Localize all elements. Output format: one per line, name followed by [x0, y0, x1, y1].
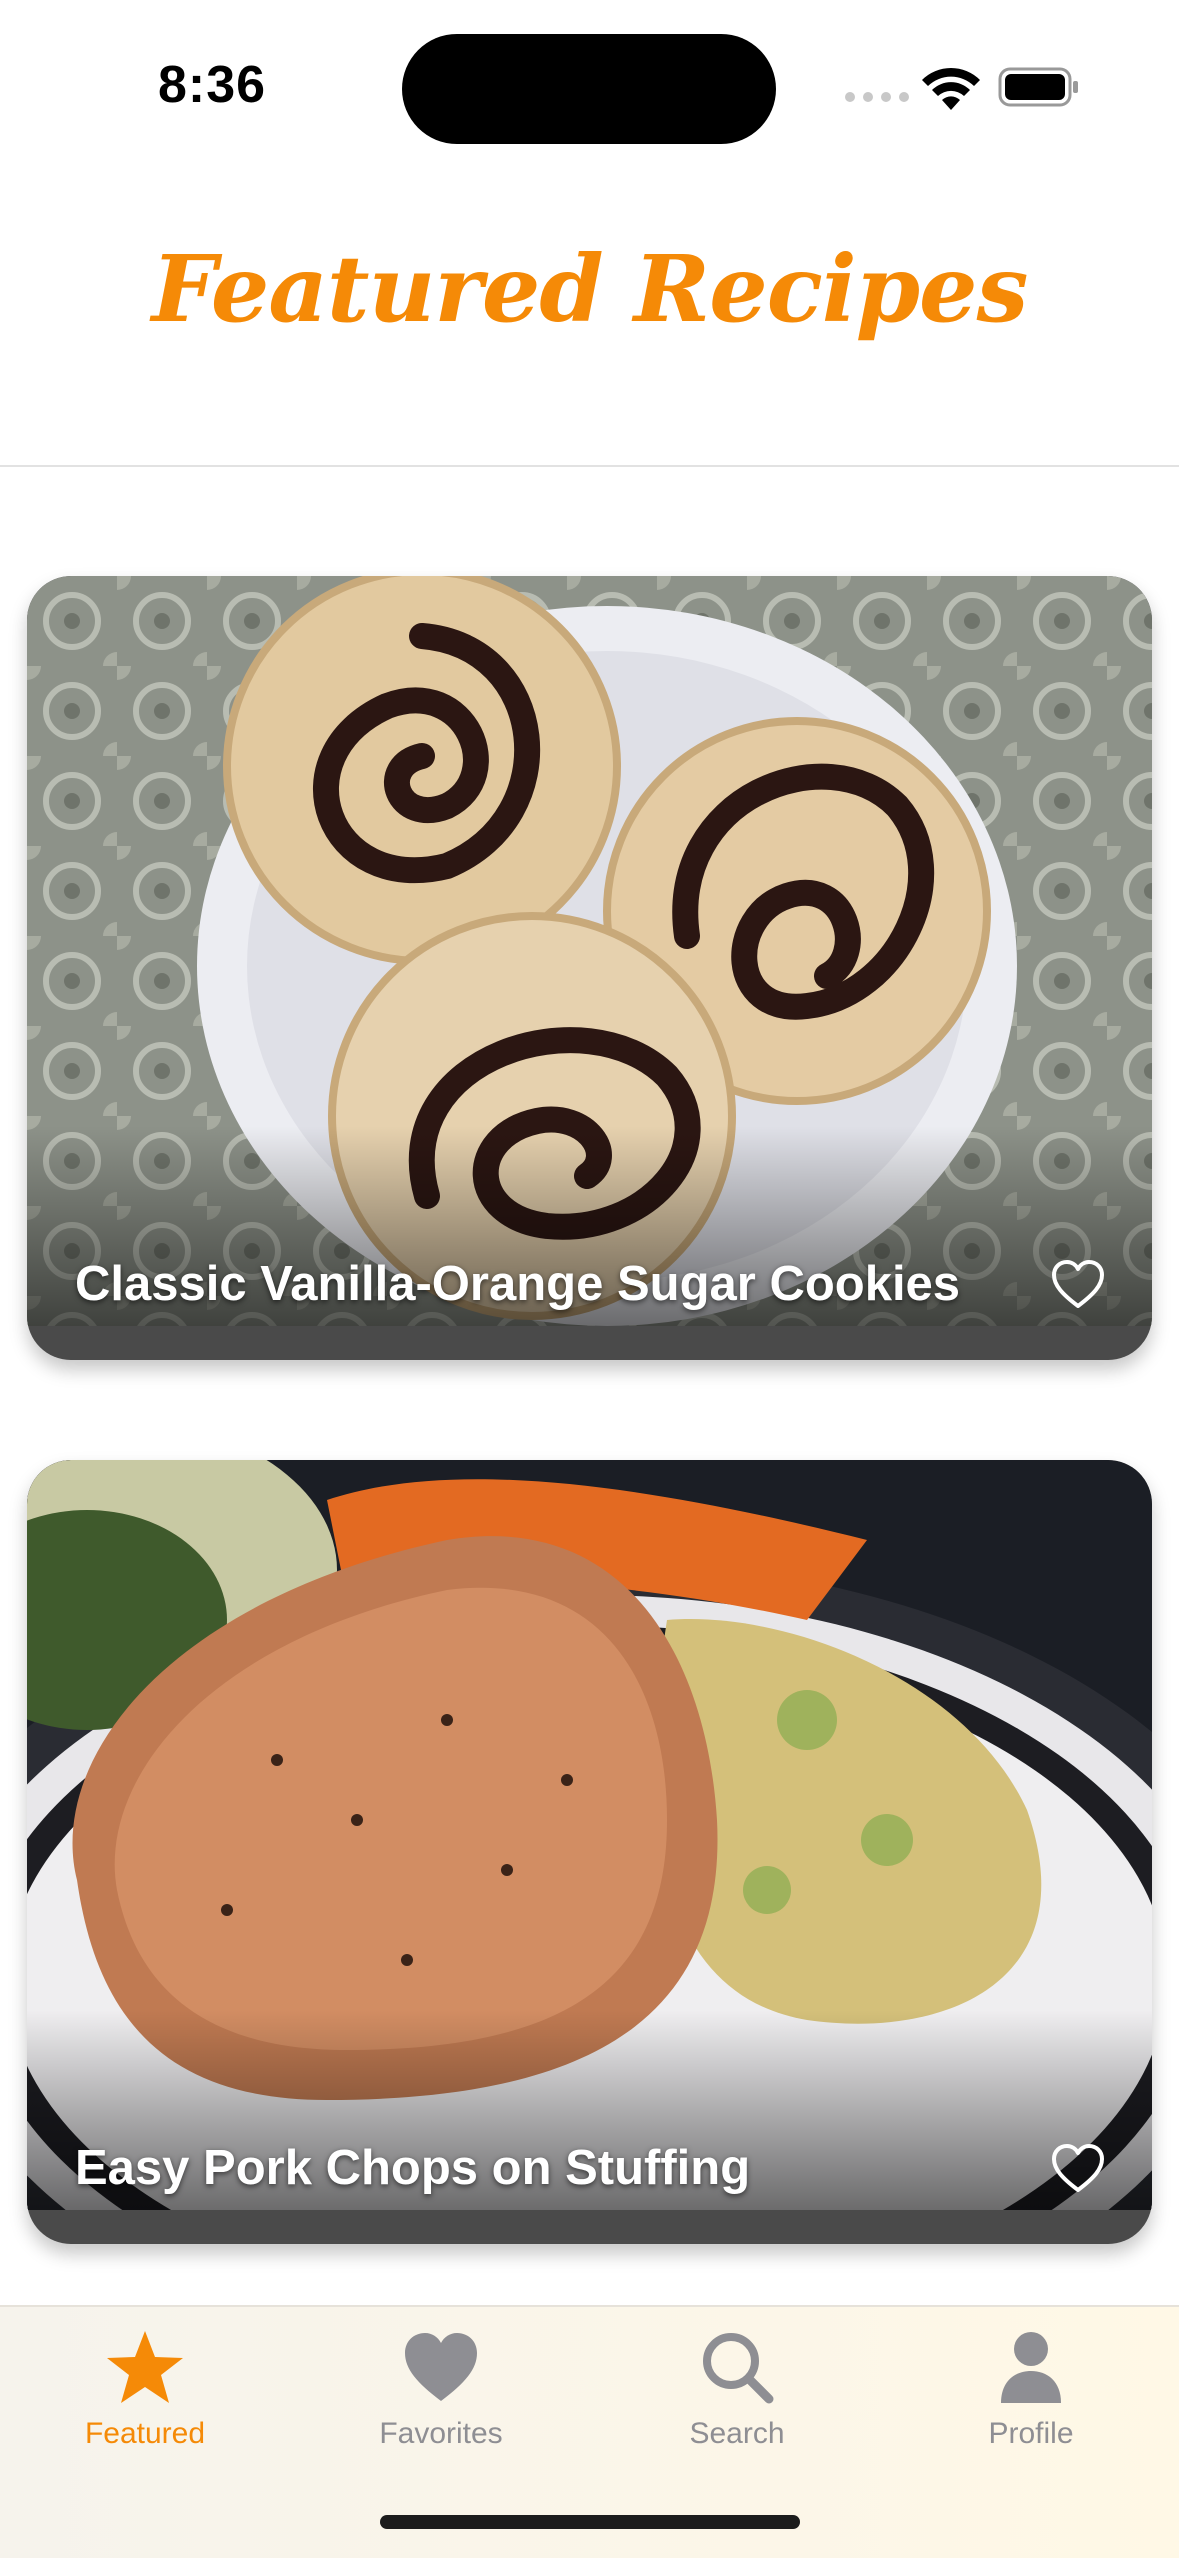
- tab-label: Search: [689, 2417, 785, 2450]
- search-icon: [703, 2333, 774, 2404]
- page-title: Featured Recipes: [151, 235, 1029, 343]
- status-bar: 8:36: [0, 0, 1179, 170]
- tab-favorites[interactable]: Favorites: [321, 2327, 561, 2477]
- favorite-heart-icon[interactable]: [1050, 1258, 1106, 1310]
- status-time: 8:36: [158, 56, 267, 114]
- battery-icon: [998, 67, 1078, 107]
- home-indicator: [380, 2515, 800, 2529]
- favorite-heart-icon[interactable]: [1050, 2142, 1106, 2194]
- person-icon: [1001, 2332, 1061, 2403]
- cellular-signal-icon: [845, 92, 909, 102]
- dynamic-island: [402, 34, 776, 144]
- tab-label: Profile: [988, 2417, 1074, 2450]
- heart-icon: [405, 2333, 477, 2401]
- tab-profile[interactable]: Profile: [911, 2327, 1151, 2477]
- recipe-card[interactable]: Easy Pork Chops on Stuffing: [27, 1460, 1152, 2244]
- recipe-card[interactable]: Classic Vanilla-Orange Sugar Cookies: [27, 576, 1152, 1360]
- tab-label: Featured: [84, 2417, 206, 2450]
- wifi-icon: [922, 67, 980, 110]
- star-icon: [107, 2331, 183, 2403]
- header-divider: [0, 465, 1179, 467]
- tab-search[interactable]: Search: [617, 2327, 857, 2477]
- recipe-title: Classic Vanilla-Orange Sugar Cookies: [75, 1257, 961, 1311]
- tab-label: Favorites: [379, 2417, 503, 2450]
- tab-featured[interactable]: Featured: [25, 2327, 265, 2477]
- recipe-title: Easy Pork Chops on Stuffing: [75, 2141, 751, 2195]
